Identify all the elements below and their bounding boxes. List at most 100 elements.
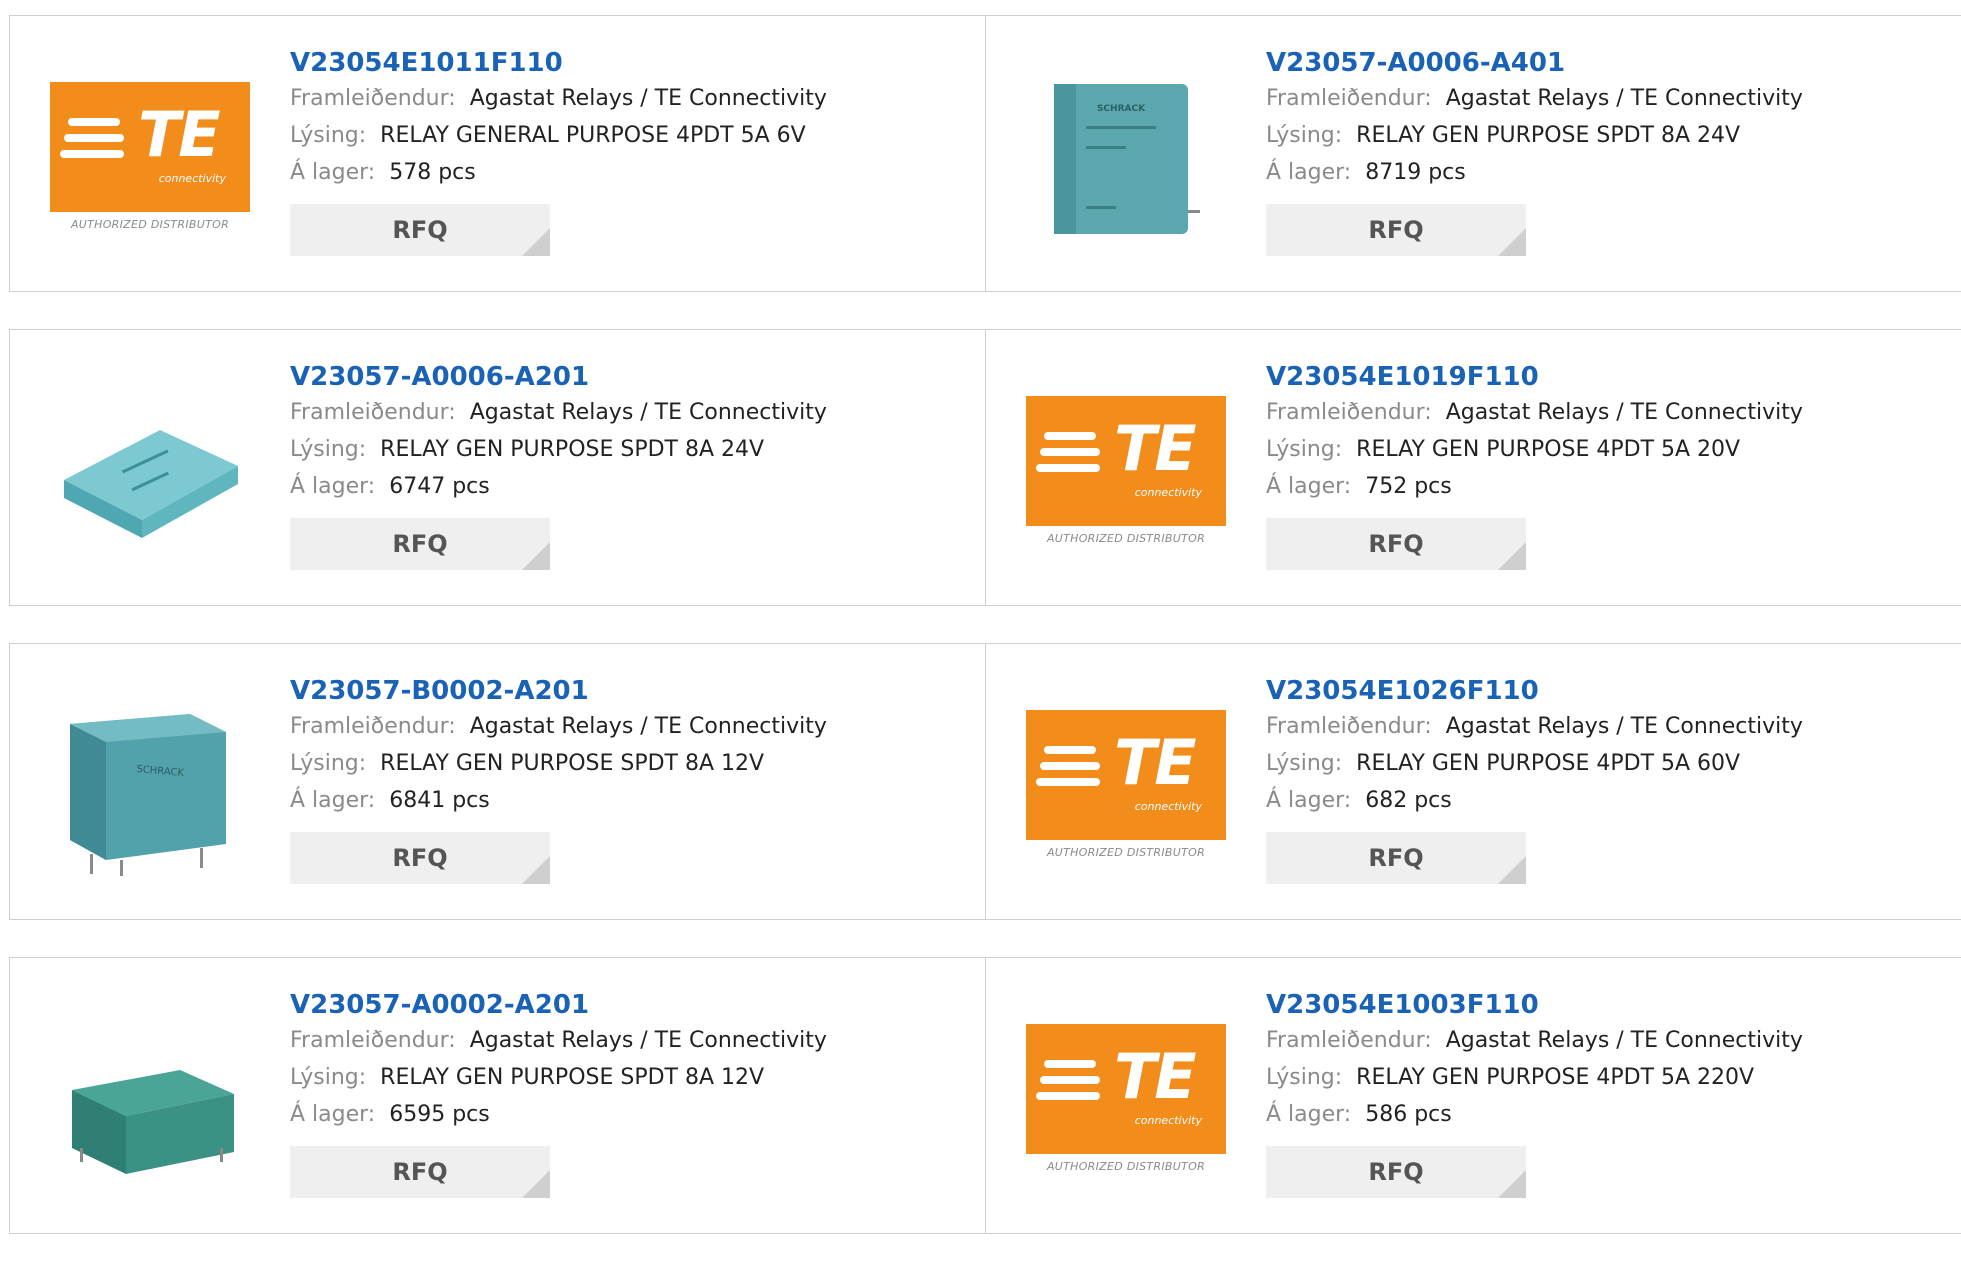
rfq-button[interactable]: RFQ	[290, 832, 550, 884]
description-value: RELAY GEN PURPOSE 4PDT 5A 60V	[1356, 751, 1741, 776]
description-label: Lýsing:	[290, 437, 367, 462]
product-card: TE connectivity AUTHORIZED DISTRIBUTOR V…	[985, 644, 1961, 919]
svg-text:SCHRACK: SCHRACK	[1097, 104, 1146, 114]
part-number-link[interactable]: V23057-A0002-A201	[290, 988, 827, 1022]
authorized-distributor-label: AUTHORIZED DISTRIBUTOR	[1046, 531, 1206, 545]
stock-value: 752 pcs	[1365, 474, 1452, 499]
rfq-label: RFQ	[392, 530, 448, 558]
rfq-button[interactable]: RFQ	[1266, 832, 1526, 884]
authorized-distributor-label: AUTHORIZED DISTRIBUTOR	[70, 217, 230, 231]
te-logo-box: TE connectivity	[1026, 1023, 1226, 1154]
corner-decoration	[1498, 228, 1526, 256]
stock-label: Á lager:	[290, 788, 376, 813]
product-row: SCHRACK V23057-B0002-A201 Framleiðendur:…	[9, 643, 1961, 920]
relay-upright-image: SCHRACK	[70, 714, 226, 876]
description-label: Lýsing:	[290, 751, 367, 776]
description-label: Lýsing:	[1266, 437, 1343, 462]
rfq-label: RFQ	[392, 216, 448, 244]
te-logo-box: TE connectivity	[1026, 395, 1226, 526]
stock-label: Á lager:	[1266, 1102, 1352, 1127]
product-row: TE connectivity AUTHORIZED DISTRIBUTOR V…	[9, 15, 1961, 292]
product-image[interactable]: TE connectivity AUTHORIZED DISTRIBUTOR	[50, 56, 250, 256]
rfq-label: RFQ	[1368, 530, 1424, 558]
authorized-distributor-label: AUTHORIZED DISTRIBUTOR	[1046, 845, 1206, 859]
product-image[interactable]	[50, 370, 250, 570]
rfq-button[interactable]: RFQ	[290, 204, 550, 256]
corner-decoration	[1498, 542, 1526, 570]
manufacturer-label: Framleiðendur:	[290, 86, 456, 111]
corner-decoration	[522, 228, 550, 256]
part-number-link[interactable]: V23057-A0006-A401	[1266, 46, 1803, 80]
te-logo-sub: connectivity	[158, 171, 226, 185]
stock-value: 586 pcs	[1365, 1102, 1452, 1127]
authorized-distributor-label: AUTHORIZED DISTRIBUTOR	[1046, 1159, 1206, 1173]
corner-decoration	[1498, 856, 1526, 884]
manufacturer-value: Agastat Relays / TE Connectivity	[1445, 86, 1803, 111]
product-image[interactable]: TE connectivity AUTHORIZED DISTRIBUTOR	[1026, 370, 1226, 570]
rfq-button[interactable]: RFQ	[1266, 1146, 1526, 1198]
manufacturer-value: Agastat Relays / TE Connectivity	[1445, 1028, 1803, 1053]
product-image[interactable]: SCHRACK	[50, 684, 250, 884]
rfq-button[interactable]: RFQ	[290, 518, 550, 570]
te-logo-text: TE	[1114, 411, 1197, 485]
stock-value: 578 pcs	[389, 160, 476, 185]
description-label: Lýsing:	[290, 1065, 367, 1090]
description-value: RELAY GEN PURPOSE 4PDT 5A 220V	[1356, 1065, 1755, 1090]
part-number-link[interactable]: V23054E1003F110	[1266, 988, 1803, 1022]
description-value: RELAY GENERAL PURPOSE 4PDT 5A 6V	[380, 123, 806, 148]
corner-decoration	[522, 1170, 550, 1198]
product-image[interactable]: SCHRACK	[1026, 56, 1226, 256]
stock-label: Á lager:	[290, 160, 376, 185]
corner-decoration	[522, 542, 550, 570]
product-card: SCHRACK V23057-A0006-A401 Framleiðendur:…	[985, 16, 1961, 291]
product-image[interactable]	[50, 998, 250, 1198]
part-number-link[interactable]: V23054E1019F110	[1266, 360, 1803, 394]
rfq-label: RFQ	[1368, 216, 1424, 244]
product-card: V23057-A0006-A201 Framleiðendur: Agastat …	[9, 330, 985, 605]
manufacturer-label: Framleiðendur:	[1266, 1028, 1432, 1053]
te-logo-text: TE	[1114, 1039, 1197, 1113]
stock-value: 682 pcs	[1365, 788, 1452, 813]
product-image[interactable]: TE connectivity AUTHORIZED DISTRIBUTOR	[1026, 684, 1226, 884]
te-logo-sub: connectivity	[1134, 1113, 1202, 1127]
part-number-link[interactable]: V23054E1011F110	[290, 46, 827, 80]
stock-label: Á lager:	[1266, 474, 1352, 499]
manufacturer-label: Framleiðendur:	[290, 400, 456, 425]
product-card: TE connectivity AUTHORIZED DISTRIBUTOR V…	[9, 16, 985, 291]
rfq-button[interactable]: RFQ	[1266, 204, 1526, 256]
rfq-label: RFQ	[1368, 1158, 1424, 1186]
te-logo: TE connectivity AUTHORIZED DISTRIBUTOR	[1026, 709, 1226, 859]
description-value: RELAY GEN PURPOSE SPDT 8A 12V	[380, 751, 765, 776]
manufacturer-label: Framleiðendur:	[1266, 86, 1432, 111]
stock-value: 8719 pcs	[1365, 160, 1466, 185]
te-logo: TE connectivity AUTHORIZED DISTRIBUTOR	[50, 81, 250, 231]
manufacturer-value: Agastat Relays / TE Connectivity	[469, 1028, 827, 1053]
manufacturer-value: Agastat Relays / TE Connectivity	[469, 400, 827, 425]
relay-upright-image: SCHRACK	[1054, 84, 1200, 234]
description-value: RELAY GEN PURPOSE 4PDT 5A 20V	[1356, 437, 1741, 462]
part-number-link[interactable]: V23054E1026F110	[1266, 674, 1803, 708]
manufacturer-label: Framleiðendur:	[1266, 714, 1432, 739]
manufacturer-value: Agastat Relays / TE Connectivity	[469, 714, 827, 739]
rfq-button[interactable]: RFQ	[1266, 518, 1526, 570]
rfq-label: RFQ	[1368, 844, 1424, 872]
te-logo: TE connectivity AUTHORIZED DISTRIBUTOR	[1026, 1023, 1226, 1173]
product-card: SCHRACK V23057-B0002-A201 Framleiðendur:…	[9, 644, 985, 919]
corner-decoration	[1498, 1170, 1526, 1198]
part-number-link[interactable]: V23057-A0006-A201	[290, 360, 827, 394]
te-logo-box: TE connectivity	[50, 81, 250, 212]
description-value: RELAY GEN PURPOSE SPDT 8A 24V	[1356, 123, 1741, 148]
description-label: Lýsing:	[290, 123, 367, 148]
product-image[interactable]: TE connectivity AUTHORIZED DISTRIBUTOR	[1026, 998, 1226, 1198]
rfq-label: RFQ	[392, 1158, 448, 1186]
relay-flat-image	[64, 430, 238, 538]
te-logo-text: TE	[138, 97, 221, 171]
corner-decoration	[522, 856, 550, 884]
stock-label: Á lager:	[1266, 160, 1352, 185]
te-logo-box: TE connectivity	[1026, 709, 1226, 840]
te-logo-sub: connectivity	[1134, 799, 1202, 813]
manufacturer-label: Framleiðendur:	[290, 714, 456, 739]
part-number-link[interactable]: V23057-B0002-A201	[290, 674, 827, 708]
rfq-button[interactable]: RFQ	[290, 1146, 550, 1198]
stock-label: Á lager:	[290, 1102, 376, 1127]
